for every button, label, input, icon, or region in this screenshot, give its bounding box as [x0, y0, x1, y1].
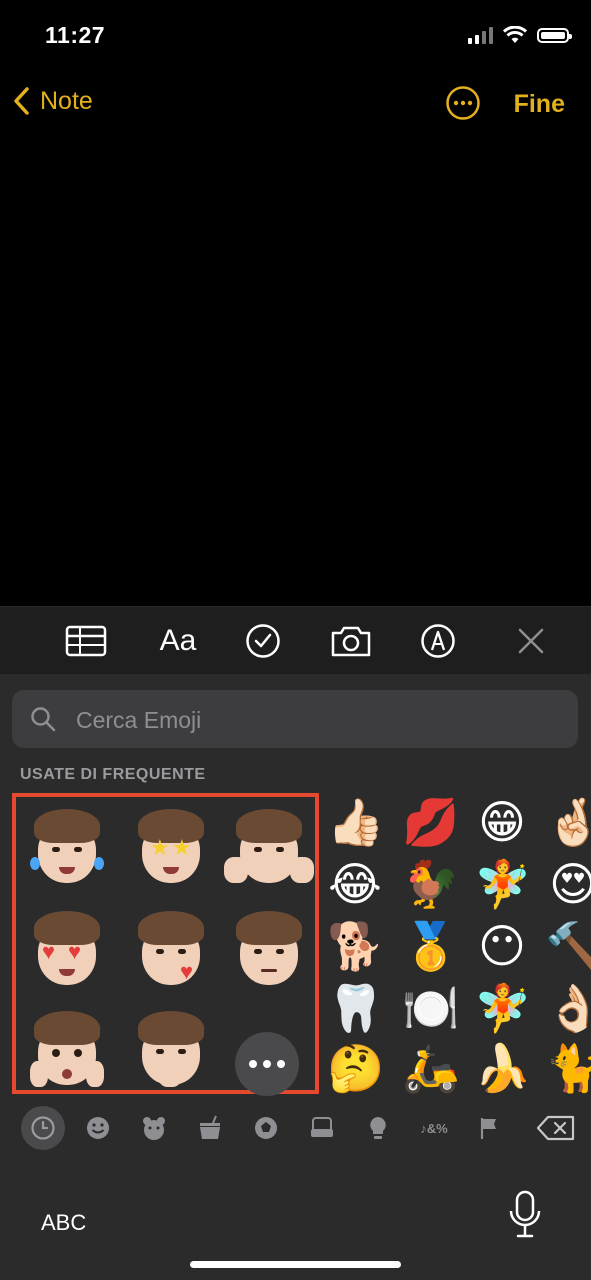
- emoji-gold-medal[interactable]: 🥇: [402, 921, 459, 971]
- close-keyboard-button[interactable]: [514, 621, 548, 661]
- emoji-grinning[interactable]: 😁: [474, 797, 530, 847]
- category-activity[interactable]: [247, 1109, 285, 1147]
- emoji-plate[interactable]: 🍽️: [402, 983, 459, 1033]
- section-title: USATE DI FREQUENTE: [20, 766, 206, 783]
- back-label: Note: [40, 86, 93, 115]
- emoji-kiss-mark[interactable]: 💋: [402, 797, 459, 847]
- more-memoji-button[interactable]: [235, 1032, 299, 1096]
- activity-icon: [255, 1117, 277, 1139]
- memoji-sticker-hand-over-mouth[interactable]: [132, 1009, 210, 1089]
- back-button[interactable]: Note: [12, 86, 93, 116]
- emoji-crossed-fingers[interactable]: 🤞🏻: [545, 797, 591, 847]
- symbols-icon: ♪&%: [420, 1120, 448, 1136]
- done-button[interactable]: Fine: [514, 90, 565, 119]
- status-time: 11:27: [45, 22, 106, 48]
- markup-button[interactable]: [419, 621, 457, 661]
- delete-button[interactable]: [534, 1109, 578, 1147]
- emoji-fairy-2[interactable]: 🧚: [474, 983, 531, 1033]
- emoji-cat[interactable]: 🐈: [545, 1043, 591, 1093]
- emoji-tooth[interactable]: 🦷: [327, 983, 384, 1033]
- notes-toolbar: Aa: [0, 606, 591, 675]
- memoji-sticker-laughing[interactable]: [28, 807, 106, 887]
- more-options-icon[interactable]: [446, 86, 480, 120]
- travel-icon: [311, 1117, 333, 1137]
- memoji-sticker-kiss[interactable]: ♥: [132, 909, 210, 989]
- category-food[interactable]: [191, 1109, 229, 1147]
- memoji-highlight-box: ★ ★ ♥ ♥ ♥: [12, 793, 319, 1096]
- emoji-search-input[interactable]: [74, 690, 558, 750]
- search-icon: [31, 707, 56, 732]
- smiley-icon: [87, 1117, 109, 1139]
- emoji-fairy[interactable]: 🧚: [474, 859, 531, 909]
- note-editor[interactable]: [0, 140, 591, 606]
- memoji-sticker-heart-eyes[interactable]: ♥ ♥: [28, 909, 106, 989]
- camera-icon: [331, 626, 371, 657]
- emoji-scooter[interactable]: 🛵: [402, 1043, 459, 1093]
- category-symbols[interactable]: ♪&%: [415, 1109, 453, 1147]
- objects-icon: [370, 1117, 386, 1139]
- emoji-heart-eyes[interactable]: 😍: [545, 859, 591, 909]
- emoji-dog[interactable]: 🐕: [327, 921, 384, 971]
- wifi-icon: [503, 26, 527, 43]
- cellular-signal-icon: [468, 26, 493, 44]
- format-button[interactable]: Aa: [154, 621, 202, 661]
- abc-keyboard-button[interactable]: ABC: [41, 1210, 86, 1236]
- emoji-no-mouth[interactable]: 😶: [474, 921, 530, 971]
- animal-icon: [143, 1117, 165, 1140]
- emoji-thinking[interactable]: 🤔: [327, 1043, 384, 1093]
- status-bar: 11:27: [0, 0, 591, 70]
- category-smileys[interactable]: [79, 1109, 117, 1147]
- emoji-banana[interactable]: 🍌: [474, 1043, 531, 1093]
- camera-button[interactable]: [328, 621, 374, 661]
- close-icon: [518, 628, 544, 654]
- emoji-search-bar[interactable]: [12, 690, 578, 750]
- microphone-icon[interactable]: [508, 1189, 542, 1239]
- checklist-icon: [246, 624, 280, 658]
- delete-icon: [536, 1115, 575, 1141]
- category-recent[interactable]: [21, 1106, 65, 1150]
- emoji-keyboard: USATE DI FREQUENTE ★★ ♥♥ ♥: [0, 674, 591, 1280]
- memoji-sticker-grumpy[interactable]: [230, 909, 308, 989]
- category-animals[interactable]: [135, 1109, 173, 1147]
- home-indicator[interactable]: [190, 1261, 401, 1268]
- table-button[interactable]: [64, 621, 108, 661]
- emoji-thumbs-up[interactable]: 👍🏻: [327, 797, 384, 847]
- status-icons: [468, 26, 572, 44]
- navigation-bar: Note Fine: [0, 78, 591, 134]
- category-objects[interactable]: [359, 1109, 397, 1147]
- table-icon: [65, 625, 107, 657]
- emoji-rooster[interactable]: 🐓: [402, 859, 459, 909]
- flags-icon: [480, 1118, 496, 1139]
- format-icon: Aa: [159, 624, 197, 657]
- memoji-sticker-jazz-hands[interactable]: [224, 807, 314, 887]
- markup-icon: [421, 624, 455, 658]
- memoji-sticker-star-eyes[interactable]: ★ ★: [132, 807, 210, 887]
- recent-icon: [31, 1116, 55, 1140]
- emoji-category-bar: ♪&%: [0, 1099, 591, 1159]
- category-travel[interactable]: [303, 1109, 341, 1147]
- battery-icon: [537, 27, 572, 43]
- emoji-tears-of-joy[interactable]: 😂: [327, 859, 383, 909]
- checklist-button[interactable]: [244, 621, 282, 661]
- food-icon: [200, 1115, 220, 1139]
- emoji-ok-hand[interactable]: 👌🏻: [545, 983, 591, 1033]
- chevron-left-icon: [14, 87, 29, 115]
- emoji-hammer[interactable]: 🔨: [545, 921, 591, 971]
- memoji-sticker-shocked[interactable]: [28, 1009, 106, 1089]
- category-flags[interactable]: [470, 1109, 508, 1147]
